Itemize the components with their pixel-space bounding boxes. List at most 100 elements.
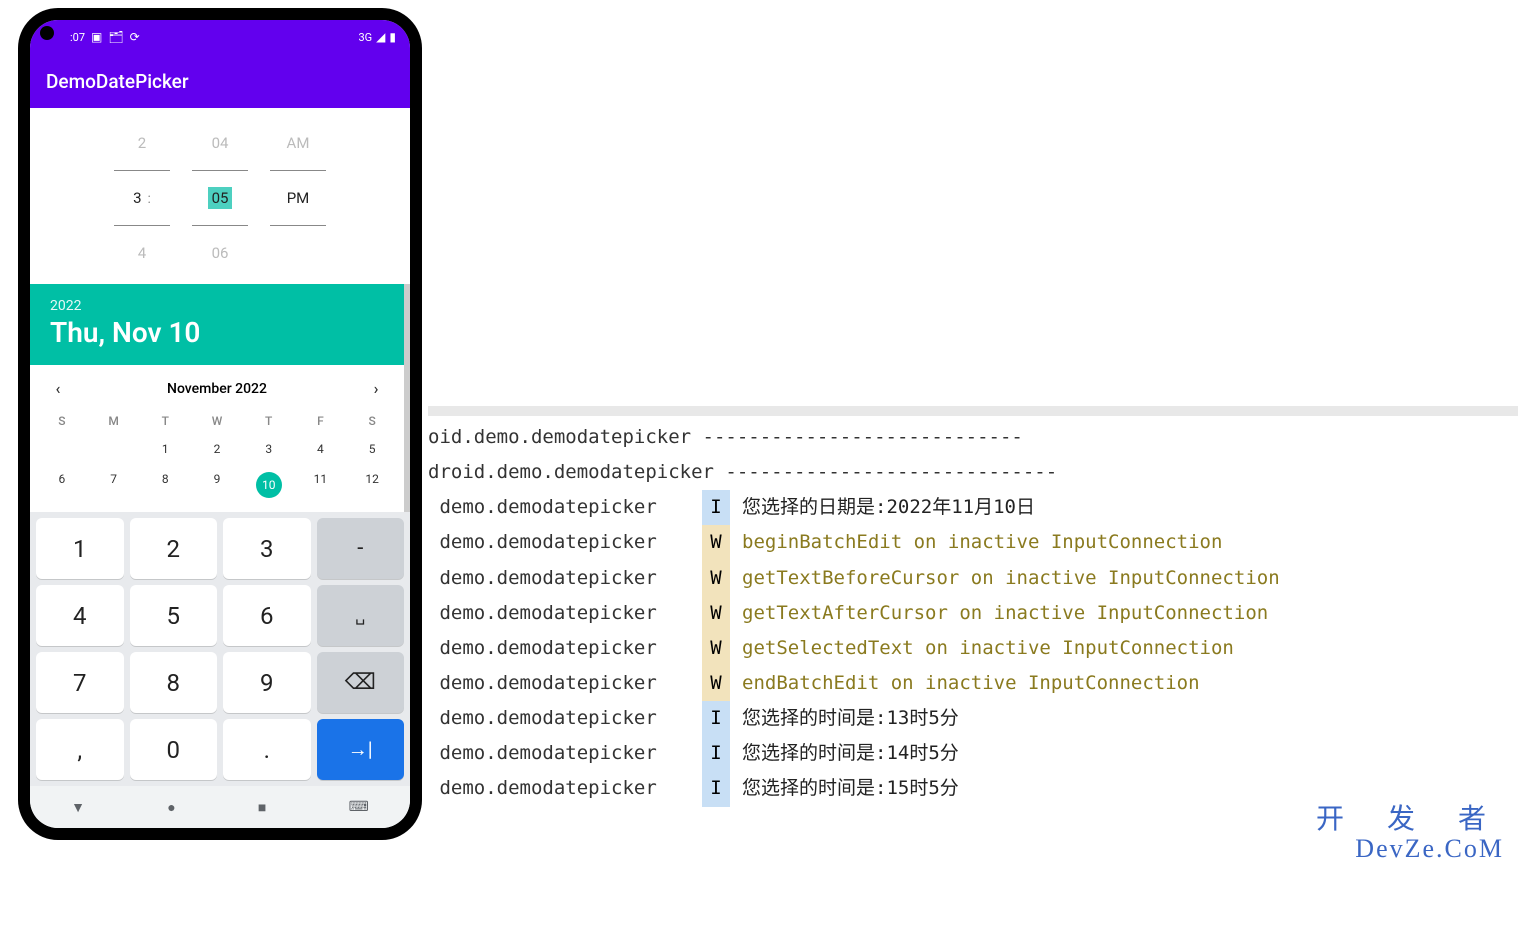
log-message: 您选择的时间是:14时5分: [742, 736, 959, 771]
log-level-badge: W: [702, 525, 730, 560]
numeric-keyboard: 1 2 3 - 4 5 6 ␣ 7 8 9 ⌫ , 0 . →|: [30, 512, 410, 786]
log-message: 您选择的日期是:2022年11月10日: [742, 490, 1035, 525]
log-row[interactable]: demo.demodatepickerWbeginBatchEdit on in…: [428, 525, 1518, 560]
key-1[interactable]: 1: [36, 518, 124, 579]
nav-back-button[interactable]: ▼: [71, 799, 85, 816]
calendar-grid: SMTWTFS123456789101112: [36, 408, 398, 506]
time-colon: :: [148, 191, 151, 207]
key-6[interactable]: 6: [223, 585, 311, 646]
log-row[interactable]: demo.demodatepickerI 您选择的时间是:15时5分: [428, 771, 1518, 806]
key-5[interactable]: 5: [130, 585, 218, 646]
log-message: beginBatchEdit on inactive InputConnecti…: [742, 525, 1222, 560]
log-package: demo.demodatepicker: [428, 666, 698, 701]
hour-prev[interactable]: 2: [138, 132, 146, 154]
nav-keyboard-button[interactable]: ⌨: [349, 799, 369, 815]
log-row[interactable]: demo.demodatepickerWendBatchEdit on inac…: [428, 666, 1518, 701]
calendar-day[interactable]: 8: [139, 464, 191, 506]
logcat-panel[interactable]: oid.demo.demodatepicker ----------------…: [428, 406, 1518, 807]
log-level-badge: I: [702, 736, 730, 771]
status-icon: ⟳: [130, 30, 140, 44]
key-space[interactable]: ␣: [317, 585, 405, 646]
log-row[interactable]: demo.demodatepickerWgetSelectedText on i…: [428, 631, 1518, 666]
prev-month-button[interactable]: ‹: [48, 379, 68, 398]
watermark-top: 开 发 者: [1316, 805, 1504, 836]
hour-selected[interactable]: 3: [133, 187, 141, 209]
key-9[interactable]: 9: [223, 652, 311, 713]
watermark-bot: DevZe.CoM: [1316, 835, 1504, 864]
log-level-badge: W: [702, 666, 730, 701]
calendar-day[interactable]: 1: [139, 434, 191, 464]
time-picker-minute[interactable]: 04 05 06: [190, 132, 250, 264]
hour-next[interactable]: 4: [138, 242, 146, 264]
calendar-date-label[interactable]: Thu, Nov 10: [50, 316, 384, 349]
minute-selected[interactable]: 05: [208, 187, 233, 209]
log-package: demo.demodatepicker: [428, 701, 698, 736]
time-picker-hour[interactable]: 2 3 : 4: [112, 132, 172, 264]
android-nav-bar: ▼ ● ■ ⌨: [30, 786, 410, 828]
camera-cutout: [40, 26, 54, 40]
calendar-nav: ‹ November 2022 ›: [36, 375, 398, 408]
calendar-body: ‹ November 2022 › SMTWTFS123456789101112: [30, 365, 410, 512]
calendar-day[interactable]: 4: [295, 434, 347, 464]
key-8[interactable]: 8: [130, 652, 218, 713]
phone-screen: :07 ▣ 🗂 ⟳ 3G ◢ ▮ DemoDatePicker 2 3 :: [30, 20, 410, 828]
key-7[interactable]: 7: [36, 652, 124, 713]
key-period[interactable]: .: [223, 719, 311, 780]
calendar-month-label[interactable]: November 2022: [167, 381, 267, 397]
calendar-day[interactable]: 9: [191, 464, 243, 506]
log-row[interactable]: demo.demodatepickerWgetTextBeforeCursor …: [428, 561, 1518, 596]
log-package: demo.demodatepicker: [428, 771, 698, 806]
ampm-selected[interactable]: PM: [287, 187, 310, 209]
key-0[interactable]: 0: [130, 719, 218, 780]
log-message: getTextAfterCursor on inactive InputConn…: [742, 596, 1268, 631]
log-package: demo.demodatepicker: [428, 631, 698, 666]
key-minus[interactable]: -: [317, 518, 405, 579]
log-message: 您选择的时间是:13时5分: [742, 701, 959, 736]
key-comma[interactable]: ,: [36, 719, 124, 780]
minute-prev[interactable]: 04: [212, 132, 229, 154]
status-icon: 🗂: [108, 30, 123, 44]
status-icon: ▣: [91, 30, 102, 44]
minute-next[interactable]: 06: [212, 242, 229, 264]
key-2[interactable]: 2: [130, 518, 218, 579]
log-level-badge: W: [702, 631, 730, 666]
time-picker[interactable]: 2 3 : 4 04 05 06 AM PM: [30, 108, 410, 284]
calendar-day[interactable]: 2: [191, 434, 243, 464]
key-enter[interactable]: →|: [317, 719, 405, 780]
log-package: demo.demodatepicker: [428, 596, 698, 631]
calendar-day[interactable]: 7: [88, 464, 140, 506]
log-header-row: droid.demo.demodatepicker --------------…: [428, 455, 1518, 490]
nav-home-button[interactable]: ●: [167, 799, 175, 816]
calendar-day[interactable]: 6: [36, 464, 88, 506]
log-row[interactable]: demo.demodatepickerWgetTextAfterCursor o…: [428, 596, 1518, 631]
log-level-badge: I: [702, 771, 730, 806]
app-bar: DemoDatePicker: [30, 54, 410, 108]
log-package: demo.demodatepicker: [428, 490, 698, 525]
calendar-day[interactable]: 5: [346, 434, 398, 464]
calendar-day[interactable]: 10: [243, 464, 295, 506]
time-picker-ampm[interactable]: AM PM: [268, 132, 328, 264]
calendar-day[interactable]: 11: [295, 464, 347, 506]
log-message: endBatchEdit on inactive InputConnection: [742, 666, 1200, 701]
nav-recent-button[interactable]: ■: [258, 799, 266, 816]
key-3[interactable]: 3: [223, 518, 311, 579]
status-network: 3G: [358, 31, 372, 44]
log-row[interactable]: demo.demodatepickerI 您选择的时间是:13时5分: [428, 701, 1518, 736]
log-row[interactable]: demo.demodatepickerI您选择的时间是:14时5分: [428, 736, 1518, 771]
calendar-dow: M: [88, 408, 140, 434]
log-level-badge: I: [702, 701, 730, 736]
log-level-badge: W: [702, 596, 730, 631]
status-bar: :07 ▣ 🗂 ⟳ 3G ◢ ▮: [30, 20, 410, 54]
next-month-button[interactable]: ›: [366, 379, 386, 398]
log-message: getSelectedText on inactive InputConnect…: [742, 631, 1234, 666]
key-4[interactable]: 4: [36, 585, 124, 646]
calendar-day[interactable]: 12: [346, 464, 398, 506]
calendar-day[interactable]: 3: [243, 434, 295, 464]
signal-icon: ◢: [376, 30, 385, 44]
log-message: 您选择的时间是:15时5分: [742, 771, 959, 806]
calendar-year[interactable]: 2022: [50, 298, 384, 314]
key-backspace[interactable]: ⌫: [317, 652, 405, 713]
calendar-dow: W: [191, 408, 243, 434]
ampm-prev[interactable]: AM: [287, 132, 310, 154]
log-row[interactable]: demo.demodatepickerI您选择的日期是:2022年11月10日: [428, 490, 1518, 525]
